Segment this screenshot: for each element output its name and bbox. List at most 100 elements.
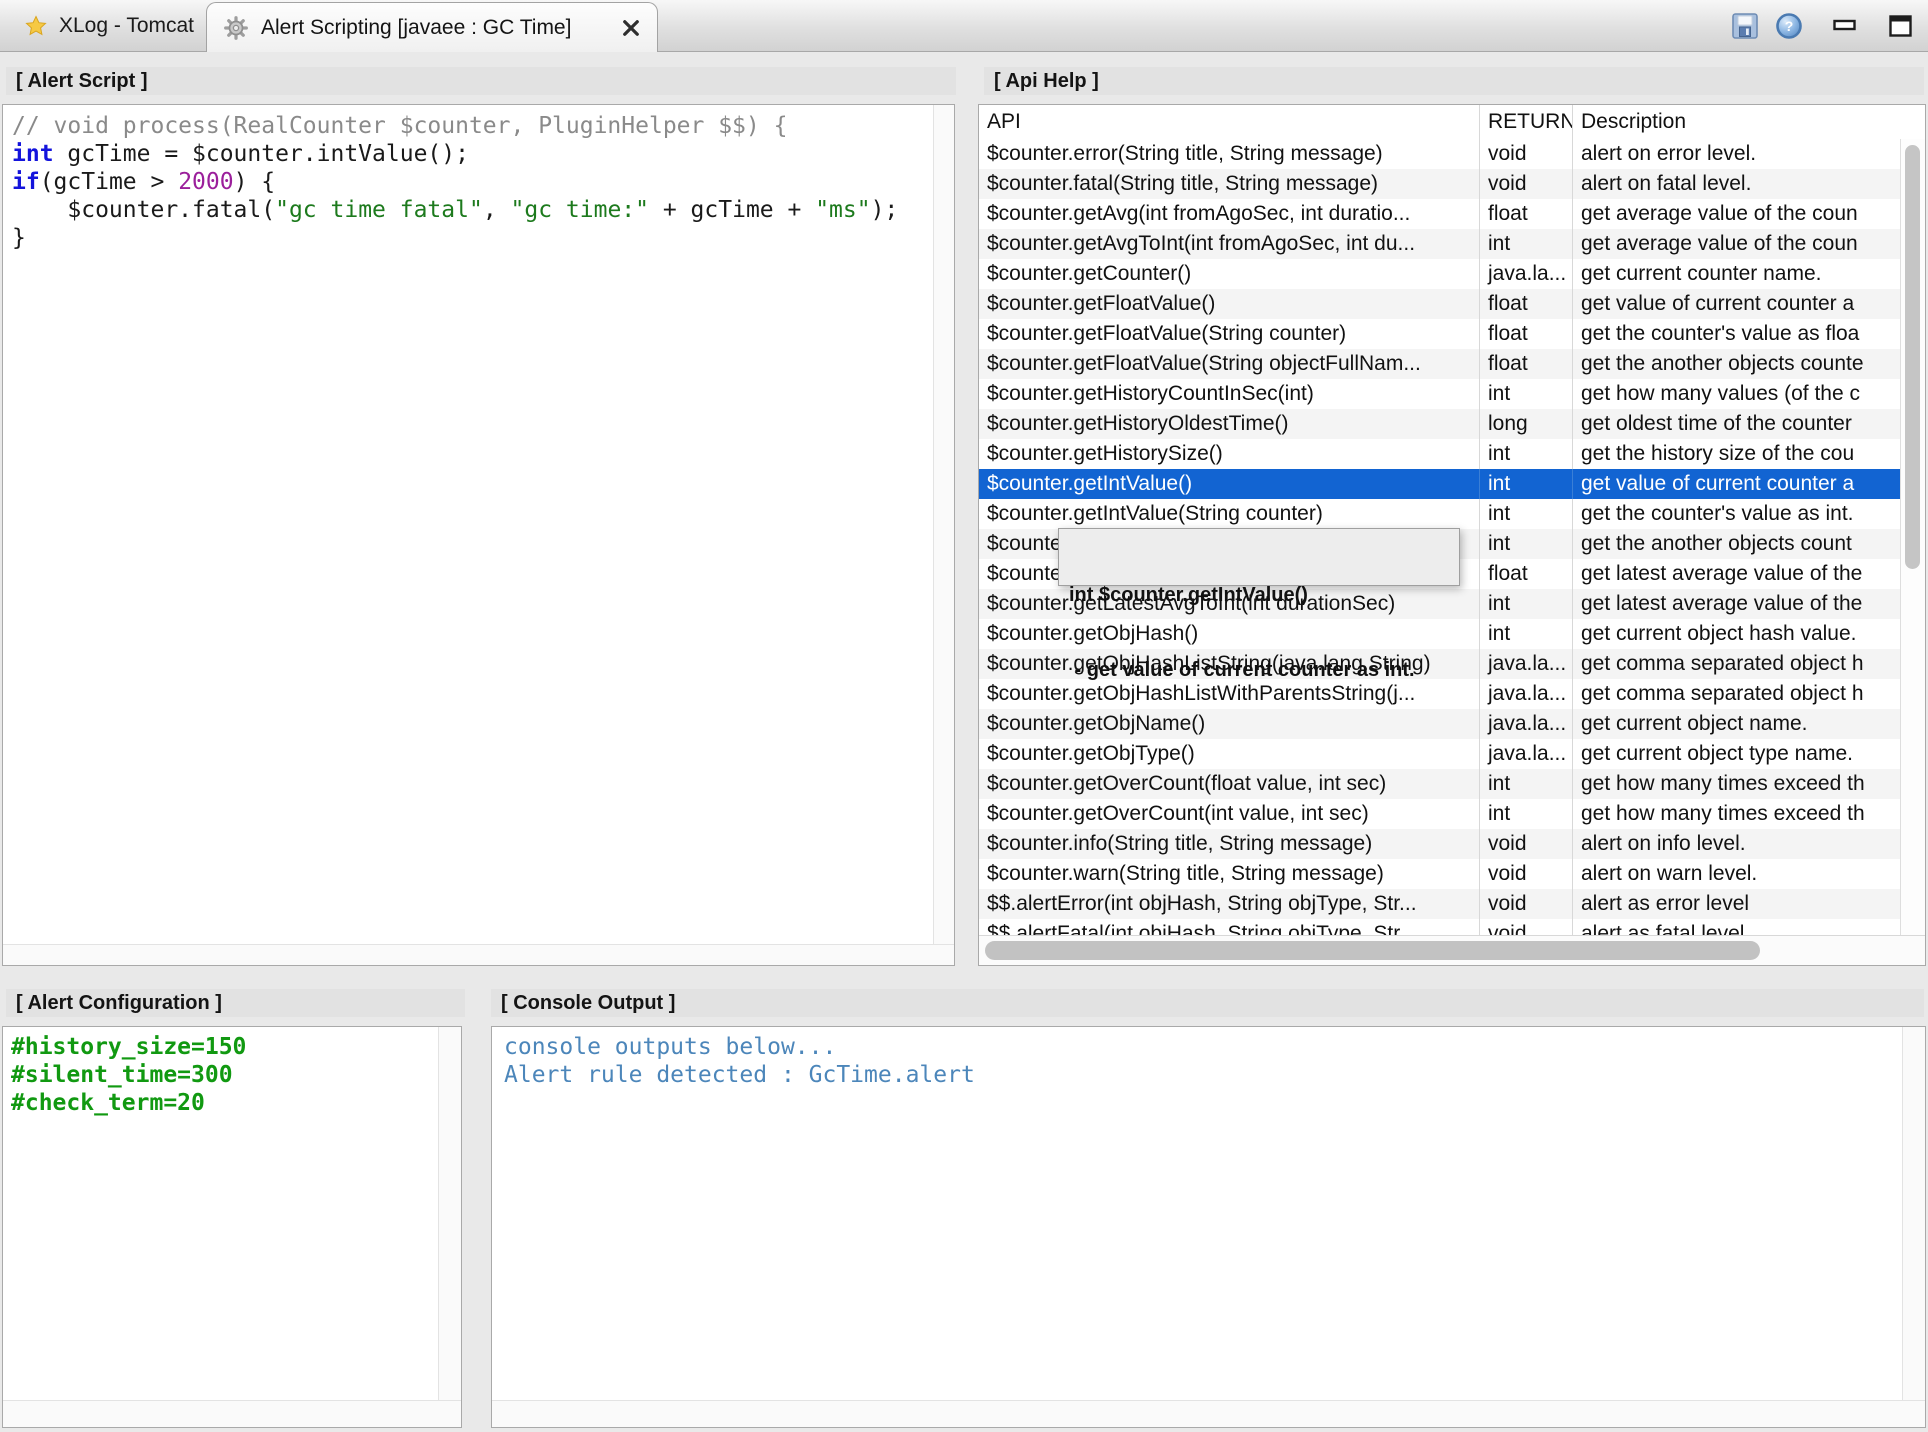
- api-horizontal-scrollbar-thumb[interactable]: [985, 941, 1760, 960]
- api-table-row[interactable]: $counter.getFloatValue()floatget value o…: [979, 289, 1901, 319]
- api-table-row[interactable]: $counter.fatal(String title, String mess…: [979, 169, 1901, 199]
- api-cell-desc: get the counter's value as int.: [1573, 499, 1901, 529]
- editor-vertical-scrollbar[interactable]: [933, 105, 954, 945]
- api-table-row[interactable]: $counter.getFloatValue(String counter)fl…: [979, 319, 1901, 349]
- config-horizontal-scrollbar[interactable]: [3, 1400, 461, 1427]
- api-cell-desc: alert on info level.: [1573, 829, 1901, 859]
- tab-alert-scripting[interactable]: Alert Scripting [javaee : GC Time]: [206, 2, 658, 52]
- code-line: }: [12, 224, 934, 252]
- configuration-line: #silent_time=300: [11, 1061, 439, 1089]
- api-cell-ret: void: [1480, 889, 1573, 919]
- api-cell-desc: get average value of the coun: [1573, 229, 1901, 259]
- api-cell-ret: float: [1480, 349, 1573, 379]
- api-cell-api: $counter.getAvg(int fromAgoSec, int dura…: [979, 199, 1480, 229]
- api-cell-api: $counter.getOverCount(int value, int sec…: [979, 799, 1480, 829]
- code-line: int gcTime = $counter.intValue();: [12, 140, 934, 168]
- api-cell-ret: int: [1480, 799, 1573, 829]
- api-table-row[interactable]: $counter.warn(String title, String messa…: [979, 859, 1901, 889]
- api-cell-ret: void: [1480, 139, 1573, 169]
- maximize-button[interactable]: [1884, 9, 1918, 43]
- api-table-row[interactable]: $counter.error(String title, String mess…: [979, 139, 1901, 169]
- tab-label: XLog - Tomcat: [59, 14, 194, 38]
- api-cell-ret: int: [1480, 379, 1573, 409]
- api-method-tooltip: int $counter.getIntValue() - get value o…: [1058, 528, 1460, 586]
- api-cell-desc: alert on fatal level.: [1573, 169, 1901, 199]
- api-table-row[interactable]: $counter.getHistoryCountInSec(int)intget…: [979, 379, 1901, 409]
- api-table-row[interactable]: $counter.getHistorySize()intget the hist…: [979, 439, 1901, 469]
- configuration-line: #history_size=150: [11, 1033, 439, 1061]
- api-cell-api: $counter.getIntValue(String counter): [979, 499, 1480, 529]
- editor-tab-bar: XLog - Tomcat Alert Scripting [javaee : …: [0, 0, 1928, 52]
- api-cell-desc: get current counter name.: [1573, 259, 1901, 289]
- api-cell-desc: get how many values (of the c: [1573, 379, 1901, 409]
- editor-horizontal-scrollbar[interactable]: [3, 944, 954, 965]
- api-table-row[interactable]: $counter.getOverCount(int value, int sec…: [979, 799, 1901, 829]
- code-line: // void process(RealCounter $counter, Pl…: [12, 112, 934, 140]
- api-table-row[interactable]: $counter.getIntValue()intget value of cu…: [979, 469, 1901, 499]
- api-cell-desc: get the history size of the cou: [1573, 439, 1901, 469]
- api-table-row[interactable]: $counter.getIntValue(String counter)intg…: [979, 499, 1901, 529]
- api-cell-api: $counter.info(String title, String messa…: [979, 829, 1480, 859]
- star-icon: [24, 14, 48, 38]
- minimize-button[interactable]: [1828, 9, 1862, 43]
- config-vertical-scrollbar[interactable]: [438, 1027, 461, 1401]
- console-line: Alert rule detected : GcTime.alert: [504, 1061, 1903, 1089]
- configuration-text[interactable]: #history_size=150#silent_time=300#check_…: [3, 1027, 439, 1401]
- api-cell-ret: float: [1480, 199, 1573, 229]
- api-table-row[interactable]: $counter.getAvg(int fromAgoSec, int dura…: [979, 199, 1901, 229]
- api-cell-ret: java.la...: [1480, 739, 1573, 769]
- api-cell-api: $counter.error(String title, String mess…: [979, 139, 1480, 169]
- api-table-row[interactable]: $counter.getHistoryOldestTime()longget o…: [979, 409, 1901, 439]
- api-cell-api: $counter.getIntValue(): [979, 469, 1480, 499]
- api-vertical-scrollbar[interactable]: [1900, 139, 1925, 937]
- api-cell-desc: get oldest time of the counter: [1573, 409, 1901, 439]
- alert-configuration-editor[interactable]: #history_size=150#silent_time=300#check_…: [2, 1026, 462, 1428]
- save-button[interactable]: [1728, 9, 1762, 43]
- api-table-row[interactable]: $counter.info(String title, String messa…: [979, 829, 1901, 859]
- console-horizontal-scrollbar[interactable]: [492, 1400, 1925, 1427]
- api-cell-ret: int: [1480, 769, 1573, 799]
- console-line: console outputs below...: [504, 1033, 1903, 1061]
- api-cell-ret: int: [1480, 499, 1573, 529]
- column-header-api[interactable]: API: [979, 105, 1480, 139]
- api-cell-api: $counter.getHistoryOldestTime(): [979, 409, 1480, 439]
- api-cell-ret: int: [1480, 619, 1573, 649]
- api-cell-desc: get how many times exceed th: [1573, 799, 1901, 829]
- api-table-header: API RETURN Description: [979, 105, 1925, 140]
- api-table-row[interactable]: $counter.getAvgToInt(int fromAgoSec, int…: [979, 229, 1901, 259]
- console-text[interactable]: console outputs below...Alert rule detec…: [492, 1027, 1903, 1401]
- api-cell-desc: get current object name.: [1573, 709, 1901, 739]
- api-table-row[interactable]: $counter.getOverCount(float value, int s…: [979, 769, 1901, 799]
- column-header-return[interactable]: RETURN: [1480, 105, 1573, 139]
- api-cell-api: $counter.getFloatValue(String counter): [979, 319, 1480, 349]
- api-cell-desc: get the another objects count: [1573, 529, 1901, 559]
- api-vertical-scrollbar-thumb[interactable]: [1905, 145, 1920, 569]
- close-icon[interactable]: [621, 18, 641, 38]
- api-cell-desc: get value of current counter a: [1573, 469, 1901, 499]
- api-cell-api: $counter.getCounter(): [979, 259, 1480, 289]
- api-horizontal-scrollbar[interactable]: [979, 935, 1925, 965]
- api-cell-ret: java.la...: [1480, 259, 1573, 289]
- api-cell-ret: java.la...: [1480, 709, 1573, 739]
- api-cell-ret: java.la...: [1480, 649, 1573, 679]
- column-header-description[interactable]: Description: [1573, 105, 1925, 139]
- help-button[interactable]: ?: [1772, 9, 1806, 43]
- api-cell-desc: get current object hash value.: [1573, 619, 1901, 649]
- api-table-row[interactable]: $counter.getFloatValue(String objectFull…: [979, 349, 1901, 379]
- api-cell-desc: get comma separated object h: [1573, 649, 1901, 679]
- window-actions: ?: [1728, 0, 1918, 52]
- api-cell-ret: int: [1480, 229, 1573, 259]
- api-table-row[interactable]: $counter.getCounter()java.la...get curre…: [979, 259, 1901, 289]
- api-cell-ret: int: [1480, 439, 1573, 469]
- api-cell-api: $counter.getHistoryCountInSec(int): [979, 379, 1480, 409]
- api-cell-api: $counter.getFloatValue(String objectFull…: [979, 349, 1480, 379]
- svg-text:?: ?: [1785, 18, 1794, 34]
- api-table-row[interactable]: $counter.getObjType()java.la...get curre…: [979, 739, 1901, 769]
- alert-script-editor[interactable]: // void process(RealCounter $counter, Pl…: [2, 104, 955, 966]
- api-table-row[interactable]: $$.alertError(int objHash, String objTyp…: [979, 889, 1901, 919]
- tab-xlog-tomcat[interactable]: XLog - Tomcat: [10, 0, 208, 52]
- api-help-panel-title: [ Api Help ]: [984, 67, 1924, 95]
- code-area[interactable]: // void process(RealCounter $counter, Pl…: [3, 105, 934, 945]
- console-output-area[interactable]: console outputs below...Alert rule detec…: [491, 1026, 1926, 1428]
- console-vertical-scrollbar[interactable]: [1902, 1027, 1925, 1401]
